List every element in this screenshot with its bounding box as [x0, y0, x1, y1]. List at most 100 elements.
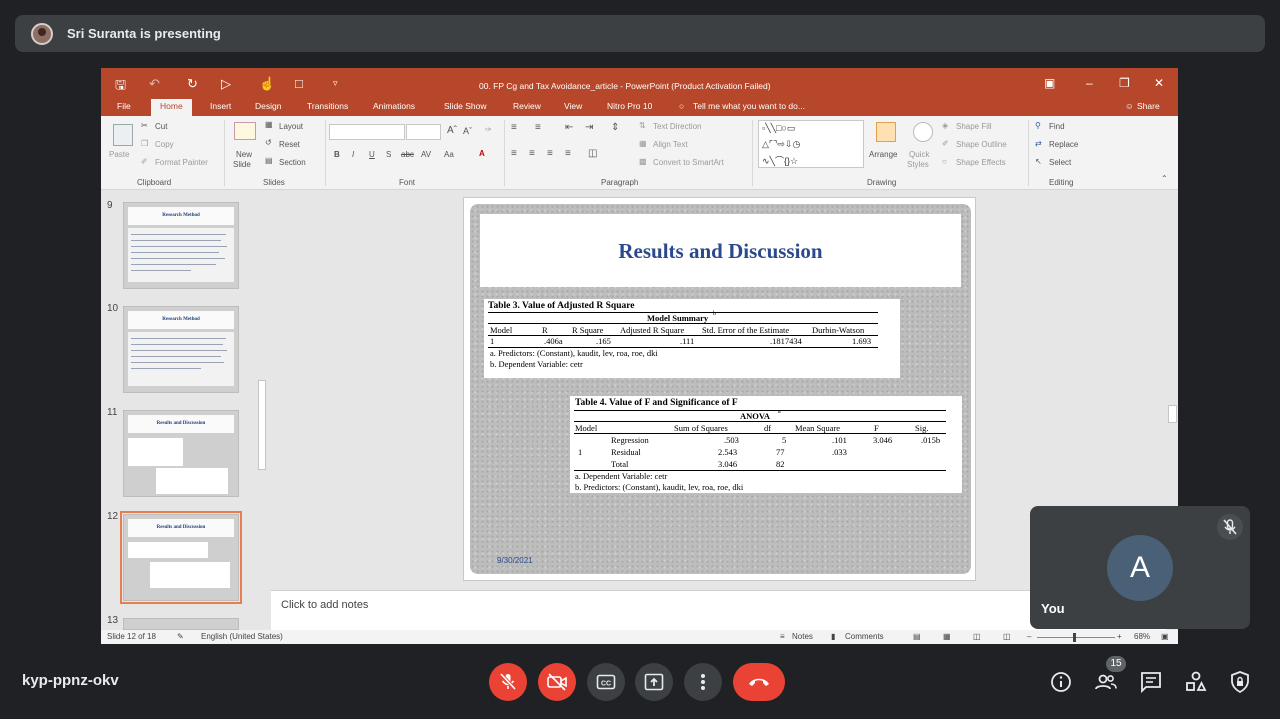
normal-view-icon[interactable]: ▤	[913, 632, 921, 641]
select-button[interactable]: Select	[1049, 158, 1071, 167]
tab-file[interactable]: File	[117, 101, 131, 111]
numbering-icon[interactable]: ≡	[535, 122, 541, 133]
tab-design[interactable]: Design	[255, 101, 281, 111]
tab-view[interactable]: View	[564, 101, 582, 111]
share-button[interactable]: Share	[1137, 101, 1160, 111]
tab-transitions[interactable]: Transitions	[307, 101, 348, 111]
activities-button[interactable]	[1183, 669, 1209, 695]
shapes-row-2-icon[interactable]: △⌜⌝⇨⇩◷	[762, 139, 800, 150]
tab-home[interactable]: Home	[151, 99, 192, 116]
new-file-icon[interactable]: □	[295, 76, 303, 91]
reset-button[interactable]: Reset	[279, 140, 300, 149]
layout-button[interactable]: Layout	[279, 122, 303, 131]
self-video-tile[interactable]: A You	[1030, 506, 1250, 629]
slide-title-box[interactable]: Results and Discussion	[480, 214, 961, 287]
camera-toggle-button[interactable]	[538, 663, 576, 701]
bold-icon[interactable]: B	[334, 150, 340, 159]
shape-outline-button[interactable]: Shape Outline	[956, 140, 1007, 149]
zoom-level[interactable]: 68%	[1134, 632, 1150, 641]
language-status[interactable]: English (United States)	[201, 632, 283, 641]
slide[interactable]: Results and Discussion Table 3. Value of…	[463, 197, 976, 581]
change-case-icon[interactable]: Aa	[444, 150, 454, 159]
align-text-button[interactable]: Align Text	[653, 140, 688, 149]
captions-button[interactable]: CC	[587, 663, 625, 701]
grow-font-icon[interactable]: Aˆ	[447, 125, 457, 136]
restore-icon[interactable]: ❐	[1119, 76, 1130, 90]
line-spacing-icon[interactable]: ⇕	[611, 122, 619, 133]
chat-button[interactable]	[1138, 669, 1164, 695]
touch-mode-icon[interactable]: ☝	[259, 76, 275, 92]
table4-image[interactable]: Table 4. Value of F and Significance of …	[570, 396, 962, 493]
save-icon[interactable]: 🖫	[115, 76, 126, 98]
collapse-ribbon-icon[interactable]: ⌃	[1161, 174, 1168, 183]
arrange-button[interactable]: Arrange	[869, 150, 897, 159]
more-options-button[interactable]	[684, 663, 722, 701]
justify-icon[interactable]: ≡	[565, 148, 571, 159]
bullets-icon[interactable]: ≡	[511, 122, 517, 133]
find-button[interactable]: Find	[1049, 122, 1065, 131]
slideshow-view-icon[interactable]: ◫	[1003, 632, 1011, 641]
present-now-button[interactable]	[635, 663, 673, 701]
format-painter-button[interactable]: Format Painter	[155, 158, 208, 167]
slide-thumbnail[interactable]	[123, 618, 239, 630]
shapes-row-1-icon[interactable]: ▫╲╲□○▭	[762, 123, 795, 134]
slide-sorter-icon[interactable]: ▦	[943, 632, 951, 641]
meeting-info-button[interactable]	[1048, 669, 1074, 695]
zoom-slider-thumb[interactable]	[1073, 633, 1076, 642]
table3-image[interactable]: Table 3. Value of Adjusted R Square Mode…	[484, 299, 900, 378]
font-size-input[interactable]	[406, 124, 441, 140]
copy-button[interactable]: Copy	[155, 140, 174, 149]
arrange-icon[interactable]	[876, 122, 896, 142]
thumbnails-scrollbar[interactable]	[256, 190, 268, 630]
tab-animations[interactable]: Animations	[373, 101, 415, 111]
columns-icon[interactable]: ◫	[588, 148, 597, 159]
customize-qat-icon[interactable]: ▿	[333, 78, 338, 89]
slide-thumbnail-selected[interactable]: Results and Discussion	[120, 511, 242, 604]
minimize-icon[interactable]: –	[1086, 76, 1093, 90]
align-right-icon[interactable]: ≡	[547, 148, 553, 159]
paste-icon[interactable]	[113, 124, 133, 146]
slide-thumbnail[interactable]: Research Method	[123, 202, 239, 289]
tab-slide-show[interactable]: Slide Show	[444, 101, 487, 111]
convert-smartart-button[interactable]: Convert to SmartArt	[653, 158, 724, 167]
section-button[interactable]: Section	[279, 158, 306, 167]
quick-styles-button[interactable]: Quick	[909, 150, 929, 159]
new-slide-icon[interactable]	[234, 122, 256, 140]
slide-thumbnail[interactable]: Research Method	[123, 306, 239, 393]
char-spacing-icon[interactable]: AV	[421, 150, 431, 159]
shadow-icon[interactable]: S	[386, 150, 391, 159]
quick-styles-icon[interactable]	[913, 122, 933, 142]
undo-icon[interactable]: ↶	[149, 76, 160, 92]
start-from-beginning-icon[interactable]: ▷	[221, 76, 231, 92]
replace-button[interactable]: Replace	[1049, 140, 1078, 149]
notes-button[interactable]: Notes	[792, 632, 813, 641]
host-controls-button[interactable]	[1227, 669, 1253, 695]
tab-insert[interactable]: Insert	[210, 101, 231, 111]
zoom-slider[interactable]	[1037, 633, 1115, 642]
tell-me-box[interactable]: Tell me what you want to do...	[693, 101, 805, 111]
shape-fill-button[interactable]: Shape Fill	[956, 122, 992, 131]
increase-indent-icon[interactable]: ⇥	[585, 122, 593, 133]
align-center-icon[interactable]: ≡	[529, 148, 535, 159]
zoom-in-icon[interactable]: +	[1117, 632, 1122, 641]
ribbon-display-icon[interactable]: ▣	[1044, 76, 1055, 90]
font-color-icon[interactable]: A	[479, 149, 485, 158]
shrink-font-icon[interactable]: Aˇ	[463, 126, 472, 136]
fit-slide-icon[interactable]: ▣	[1161, 632, 1169, 641]
cut-button[interactable]: Cut	[155, 122, 167, 131]
slide-thumbnail[interactable]: Results and Discussion	[123, 410, 239, 497]
tab-review[interactable]: Review	[513, 101, 541, 111]
new-slide-button-line2[interactable]: Slide	[233, 160, 251, 169]
text-direction-button[interactable]: Text Direction	[653, 122, 701, 131]
tab-nitro[interactable]: Nitro Pro 10	[607, 101, 652, 111]
italic-icon[interactable]: I	[352, 150, 354, 159]
strikethrough-icon[interactable]: abc	[401, 150, 414, 159]
new-slide-button[interactable]: New	[236, 150, 252, 159]
shapes-gallery[interactable]: ▫╲╲□○▭ △⌜⌝⇨⇩◷ ∿╲⌒{}☆	[758, 120, 864, 168]
shapes-row-3-icon[interactable]: ∿╲⌒{}☆	[762, 154, 798, 167]
clear-formatting-icon[interactable]: ✑	[485, 125, 492, 134]
spellcheck-icon[interactable]: ✎	[177, 632, 184, 641]
underline-icon[interactable]: U	[369, 150, 375, 159]
comments-button[interactable]: Comments	[845, 632, 884, 641]
shape-effects-button[interactable]: Shape Effects	[956, 158, 1006, 167]
